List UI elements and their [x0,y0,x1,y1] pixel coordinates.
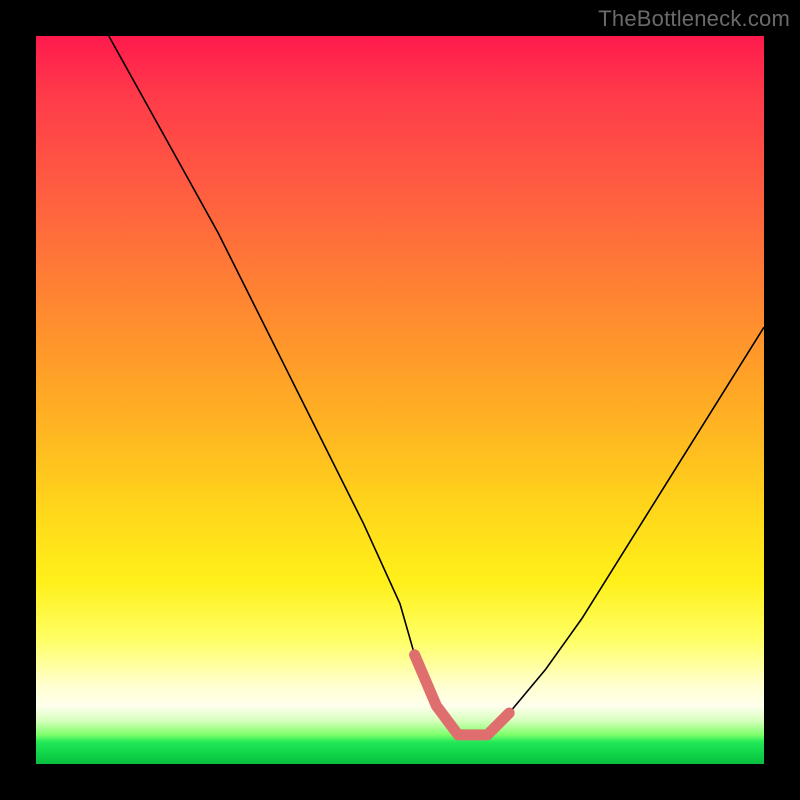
bottleneck-curve [109,36,764,735]
chart-frame: TheBottleneck.com [0,0,800,800]
plot-area [36,36,764,764]
watermark-text: TheBottleneck.com [598,6,790,32]
optimal-zone-highlight [415,655,510,735]
chart-svg [36,36,764,764]
